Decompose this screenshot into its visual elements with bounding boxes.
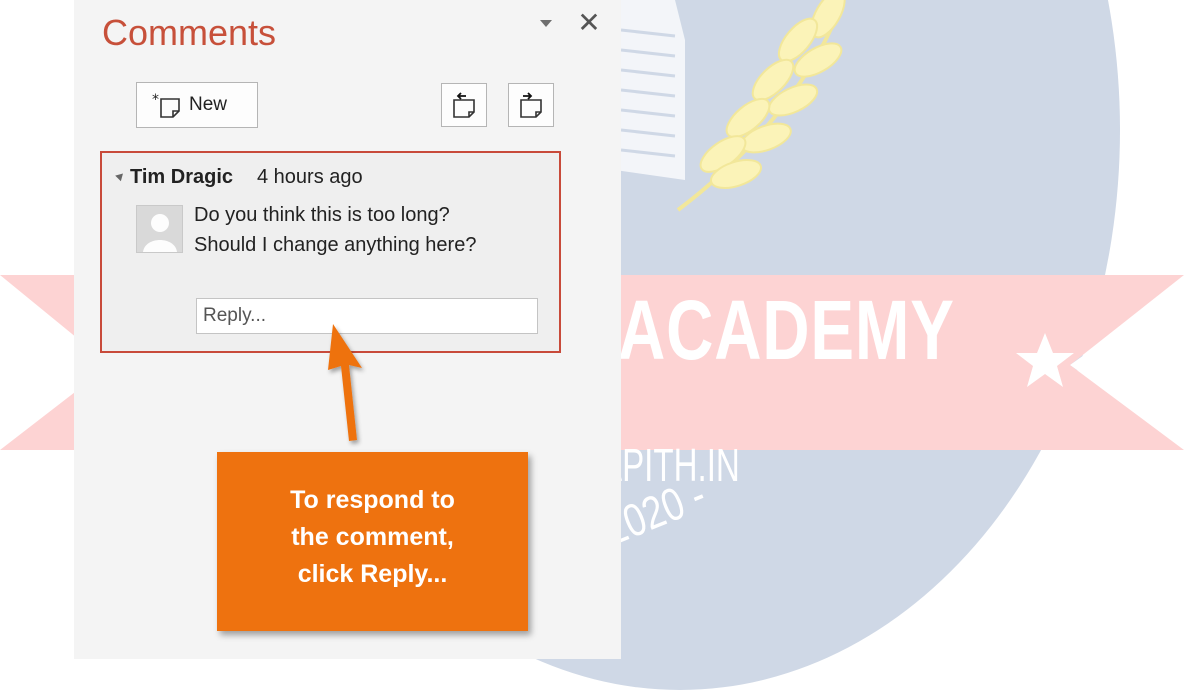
callout-line: click Reply... <box>297 560 448 588</box>
comment-author: Tim Dragic <box>130 166 233 188</box>
triangle-down-icon[interactable] <box>540 20 552 27</box>
callout-text: To respond to the comment, click Reply..… <box>217 482 528 593</box>
pane-title: Comments <box>102 12 277 53</box>
svg-text:*: * <box>152 92 159 108</box>
previous-comment-icon <box>453 92 475 118</box>
comment-line: Do you think this is too long? <box>194 204 450 226</box>
new-comment-button[interactable]: * New <box>136 82 258 128</box>
comment-line: Should I change anything here? <box>194 234 477 256</box>
next-comment-button[interactable] <box>508 83 554 127</box>
comment-body: Do you think this is too long? Should I … <box>194 200 476 260</box>
close-icon[interactable]: ✕ <box>575 9 603 37</box>
callout-line: To respond to <box>290 486 455 514</box>
comment-timestamp: 4 hours ago <box>257 166 363 188</box>
previous-comment-button[interactable] <box>441 83 487 127</box>
callout-box: To respond to the comment, click Reply..… <box>217 452 528 631</box>
avatar <box>136 205 183 253</box>
new-comment-label: New <box>189 94 228 115</box>
laurel-icon <box>676 0 846 212</box>
callout-line: the comment, <box>291 523 454 551</box>
watermark-academy-text: ACADEMY <box>618 283 955 377</box>
person-icon <box>143 214 177 252</box>
next-comment-icon <box>520 92 542 118</box>
new-comment-icon: * <box>152 92 180 118</box>
callout-arrow-icon <box>328 324 362 441</box>
